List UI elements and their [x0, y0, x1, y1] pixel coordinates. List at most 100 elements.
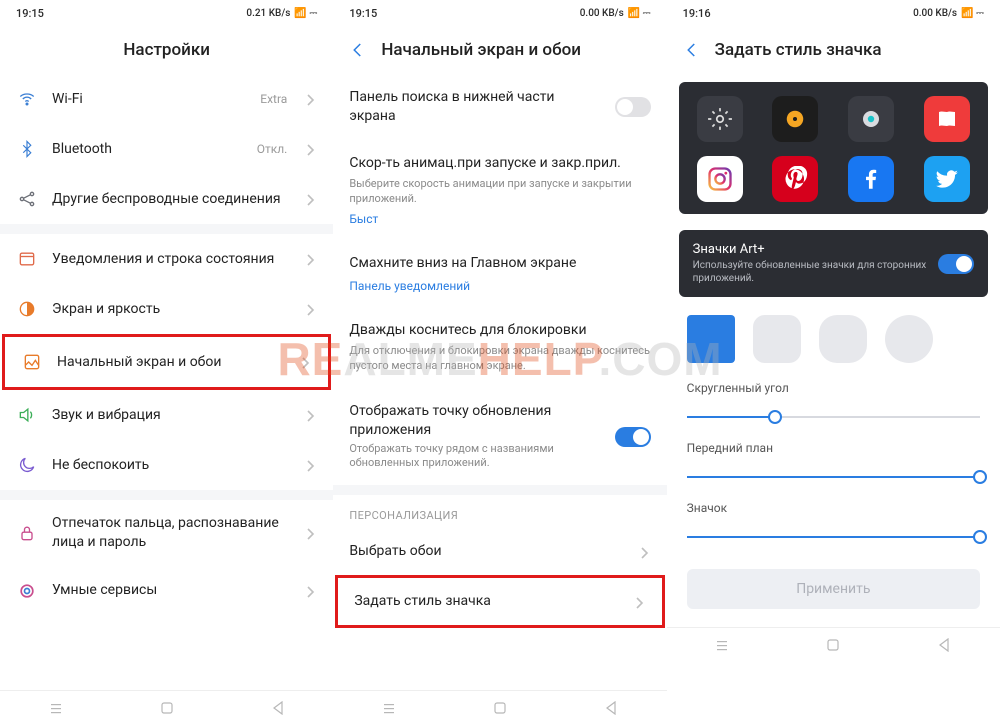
- chevron-right-icon: [307, 460, 317, 470]
- back-button[interactable]: [683, 41, 701, 59]
- pane-icon-style: 19:16 0.00 KB/s 📶 ⎓ Задать стиль значка …: [667, 0, 1000, 724]
- nav-home[interactable]: [158, 699, 176, 717]
- header: Начальный экран и обои: [333, 26, 666, 74]
- nav-recents[interactable]: [713, 636, 731, 654]
- artplus-sub: Используйте обновленные значки для сторо…: [693, 259, 928, 285]
- row-label: Экран и яркость: [52, 300, 293, 319]
- wifi-icon: [16, 88, 38, 110]
- status-bar: 19:16 0.00 KB/s 📶 ⎓: [667, 0, 1000, 26]
- row-double-tap-lock[interactable]: Дважды коснитесь для блокировки Для откл…: [333, 307, 666, 388]
- back-button[interactable]: [349, 41, 367, 59]
- row-notifications[interactable]: Уведомления и строка состояния: [0, 234, 333, 284]
- status-right: 0.21 KB/s 📶 ⎓: [246, 8, 317, 19]
- slider-track-foreground[interactable]: [687, 465, 980, 489]
- toggle-update-dot[interactable]: [615, 427, 651, 447]
- divider: [333, 485, 666, 495]
- row-home-wallpaper[interactable]: Начальный экран и обои: [2, 334, 331, 390]
- chevron-right-icon: [307, 410, 317, 420]
- row-icon-style[interactable]: Задать стиль значка: [335, 575, 664, 628]
- row-sub: Выберите скорость анимации при запуске и…: [349, 177, 650, 207]
- row-label: Задать стиль значка: [354, 592, 621, 611]
- pane-home-wallpaper: 19:15 0.00 KB/s 📶 ⎓ Начальный экран и об…: [333, 0, 666, 724]
- shape-rounded[interactable]: [753, 315, 801, 363]
- nav-home[interactable]: [491, 699, 509, 717]
- nav-back[interactable]: [602, 699, 620, 717]
- lock-icon: [16, 522, 38, 544]
- row-search-panel[interactable]: Панель поиска в нижней части экрана: [333, 74, 666, 140]
- nav-back[interactable]: [269, 699, 287, 717]
- nav-recents[interactable]: [47, 699, 65, 717]
- slider-track-corner[interactable]: [687, 405, 980, 429]
- nav-bar: [333, 690, 666, 724]
- row-label: Панель поиска в нижней части экрана: [349, 88, 600, 126]
- slider-track-icon[interactable]: [687, 525, 980, 549]
- row-sound[interactable]: Звук и вибрация: [0, 390, 333, 440]
- app-tile-pinterest: [772, 156, 818, 202]
- page-title: Настройки: [123, 40, 210, 60]
- slider-label: Скругленный угол: [687, 381, 980, 395]
- row-label: Смахните вниз на Главном экране: [349, 254, 576, 273]
- nav-recents[interactable]: [380, 699, 398, 717]
- row-animation-speed[interactable]: Скор-ть анимац.при запуске и закр.прил. …: [333, 140, 666, 241]
- share-icon: [16, 188, 38, 210]
- status-right: 0.00 KB/s 📶 ⎓: [580, 8, 651, 19]
- status-bar: 19:15 0.21 KB/s 📶 ⎓: [0, 0, 333, 26]
- chevron-right-icon: [307, 144, 317, 154]
- nav-home[interactable]: [824, 636, 842, 654]
- row-value: Extra: [260, 92, 287, 106]
- row-label: Другие беспроводные соединения: [52, 190, 293, 209]
- row-sub: Для отключения и блокировки экрана дважд…: [349, 344, 650, 374]
- toggle-search-panel[interactable]: [615, 97, 651, 117]
- row-label: Выбрать обои: [349, 542, 626, 561]
- status-time: 19:16: [683, 7, 711, 20]
- notification-icon: [16, 248, 38, 270]
- wallpaper-icon: [21, 351, 43, 373]
- row-update-dot[interactable]: Отображать точку обновления приложения О…: [333, 388, 666, 485]
- divider: [0, 490, 333, 500]
- status-time: 19:15: [349, 7, 377, 20]
- shape-square[interactable]: [687, 315, 735, 363]
- settings-list: Wi-Fi Extra Bluetooth Откл. Другие беспр…: [0, 74, 333, 690]
- chevron-right-icon: [307, 586, 317, 596]
- chevron-right-icon: [307, 528, 317, 538]
- row-choose-wallpaper[interactable]: Выбрать обои: [333, 528, 666, 575]
- apply-button[interactable]: Применить: [687, 569, 980, 609]
- row-display[interactable]: Экран и яркость: [0, 284, 333, 334]
- row-other-wireless[interactable]: Другие беспроводные соединения: [0, 174, 333, 224]
- toggle-artplus[interactable]: [938, 254, 974, 274]
- row-dnd[interactable]: Не беспокоить: [0, 440, 333, 490]
- row-label: Звук и вибрация: [52, 406, 293, 425]
- nav-bar: [0, 690, 333, 724]
- shape-circle[interactable]: [885, 315, 933, 363]
- app-tile-facebook: [848, 156, 894, 202]
- shape-rounder[interactable]: [819, 315, 867, 363]
- row-value: Откл.: [257, 142, 288, 156]
- app-tile-books: [924, 96, 970, 142]
- nav-back[interactable]: [935, 636, 953, 654]
- row-link: Быст: [349, 212, 378, 226]
- row-label: Скор-ть анимац.при запуске и закр.прил.: [349, 154, 621, 173]
- app-tile-twitter: [924, 156, 970, 202]
- header: Задать стиль значка: [667, 26, 1000, 74]
- row-security[interactable]: Отпечаток пальца, распознавание лица и п…: [0, 500, 333, 566]
- row-label: Умные сервисы: [52, 581, 293, 600]
- page-title: Задать стиль значка: [715, 40, 882, 60]
- bluetooth-icon: [16, 138, 38, 160]
- row-swipe-down[interactable]: Смахните вниз на Главном экране Панель у…: [333, 240, 666, 307]
- chevron-right-icon: [307, 304, 317, 314]
- row-label: Уведомления и строка состояния: [52, 250, 293, 269]
- row-label: Wi-Fi: [52, 90, 246, 109]
- ring-icon: [16, 580, 38, 602]
- page-title: Начальный экран и обои: [381, 40, 581, 60]
- row-label: Отображать точку обновления приложения: [349, 402, 600, 440]
- status-time: 19:15: [16, 7, 44, 20]
- row-bluetooth[interactable]: Bluetooth Откл.: [0, 124, 333, 174]
- chevron-right-icon: [307, 194, 317, 204]
- row-smart-services[interactable]: Умные сервисы: [0, 566, 333, 616]
- row-wifi[interactable]: Wi-Fi Extra: [0, 74, 333, 124]
- row-link: Панель уведомлений: [349, 279, 470, 293]
- chevron-right-icon: [641, 547, 651, 557]
- pane-settings: 19:15 0.21 KB/s 📶 ⎓ Настройки Wi-Fi Extr…: [0, 0, 333, 724]
- divider: [0, 224, 333, 234]
- nav-bar: [667, 627, 1000, 661]
